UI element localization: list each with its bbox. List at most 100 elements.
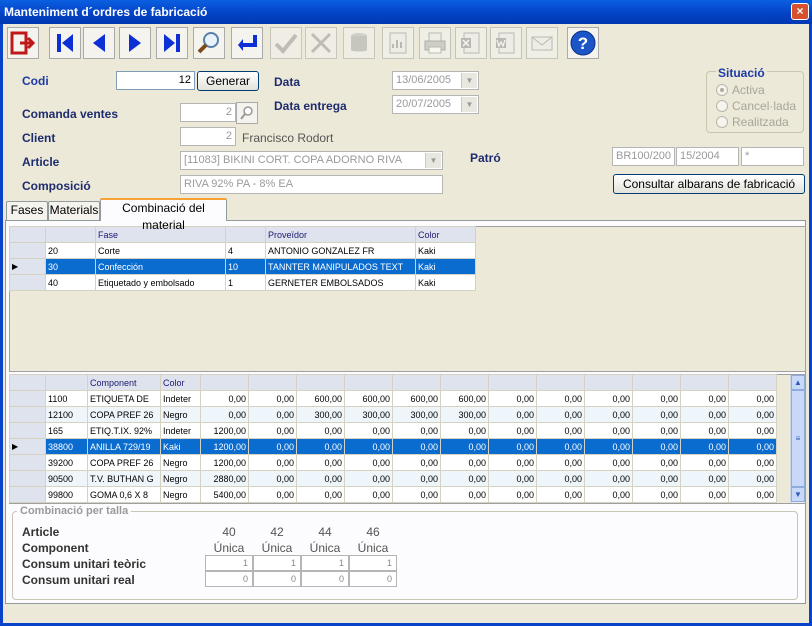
column-header[interactable] [45, 374, 88, 391]
size-column-header[interactable] [248, 374, 297, 391]
cancel-button[interactable] [305, 27, 337, 59]
component-code-cell[interactable]: 1100 [45, 390, 88, 407]
phase-supplier-cell[interactable]: TANNTER MANIPULADOS TEXT [265, 258, 416, 275]
talla-real-input[interactable]: 0 [301, 571, 349, 587]
component-quantity-cell[interactable]: 0,00 [488, 390, 537, 407]
component-code-cell[interactable]: 12100 [45, 406, 88, 423]
comanda-search-button[interactable] [236, 102, 258, 124]
component-quantity-cell[interactable]: 0,00 [344, 454, 393, 471]
size-column-header[interactable] [440, 374, 489, 391]
component-color-cell[interactable]: Negro [160, 486, 201, 503]
talla-real-input[interactable]: 0 [253, 571, 301, 587]
component-quantity-cell[interactable]: 0,00 [488, 470, 537, 487]
component-quantity-cell[interactable]: 0,00 [680, 454, 729, 471]
component-name-cell[interactable]: COPA PREF 26 [87, 406, 161, 423]
first-record-button[interactable] [49, 27, 81, 59]
size-column-header[interactable] [296, 374, 345, 391]
chevron-down-icon[interactable]: ▼ [425, 153, 441, 168]
talla-teoric-input[interactable]: 1 [253, 555, 301, 571]
component-quantity-cell[interactable]: 0,00 [200, 390, 249, 407]
phase-code-cell[interactable]: 20 [45, 242, 96, 259]
scroll-thumb[interactable]: ≡ [791, 390, 805, 487]
component-quantity-cell[interactable]: 1200,00 [200, 438, 249, 455]
scroll-down-icon[interactable]: ▼ [791, 487, 805, 502]
component-quantity-cell[interactable]: 0,00 [440, 486, 489, 503]
phase-name-cell[interactable]: Corte [95, 242, 226, 259]
component-color-cell[interactable]: Indeter [160, 422, 201, 439]
component-row[interactable]: 90500 T.V. BUTHAN G Negro 2880,00 0,00 0,00 0,… [9, 470, 777, 487]
next-record-button[interactable] [119, 27, 151, 59]
talla-teoric-input[interactable]: 1 [205, 555, 253, 571]
component-quantity-cell[interactable]: 1200,00 [200, 422, 249, 439]
component-quantity-cell[interactable]: 0,00 [296, 422, 345, 439]
component-quantity-cell[interactable]: 0,00 [584, 390, 633, 407]
row-indicator[interactable] [9, 470, 46, 487]
phase-name-cell[interactable]: Confección [95, 258, 226, 275]
column-header[interactable]: Proveïdor [265, 226, 416, 243]
component-quantity-cell[interactable]: 600,00 [296, 390, 345, 407]
size-column-header[interactable] [200, 374, 249, 391]
situacio-cancellada-radio[interactable]: Cancel·lada [716, 99, 796, 113]
component-quantity-cell[interactable]: 0,00 [632, 470, 681, 487]
report-button[interactable] [382, 27, 414, 59]
phase-row[interactable]: ▶ 30 Confección 10 TANNTER MANIPULADOS TEXT K… [9, 258, 476, 275]
component-quantity-cell[interactable]: 0,00 [392, 454, 441, 471]
component-quantity-cell[interactable]: 0,00 [440, 422, 489, 439]
component-row[interactable]: 165 ETIQ.T.IX. 92% Indeter 1200,00 0,00 0,00 0… [9, 422, 777, 439]
component-quantity-cell[interactable]: 0,00 [488, 438, 537, 455]
component-quantity-cell[interactable]: 0,00 [584, 486, 633, 503]
component-quantity-cell[interactable]: 600,00 [344, 390, 393, 407]
component-quantity-cell[interactable]: 0,00 [344, 438, 393, 455]
component-code-cell[interactable]: 165 [45, 422, 88, 439]
article-select[interactable]: [11083] BIKINI CORT. COPA ADORNO RIVA ▼ [180, 151, 443, 170]
size-column-header[interactable] [584, 374, 633, 391]
component-quantity-cell[interactable]: 0,00 [488, 486, 537, 503]
tab-combinacio-material[interactable]: Combinació del material [100, 198, 227, 232]
component-color-cell[interactable]: Indeter [160, 390, 201, 407]
component-quantity-cell[interactable]: 0,00 [440, 454, 489, 471]
column-header[interactable]: Color [160, 374, 201, 391]
component-quantity-cell[interactable]: 0,00 [488, 454, 537, 471]
word-button[interactable] [490, 27, 522, 59]
previous-record-button[interactable] [83, 27, 115, 59]
patro-input-1[interactable]: BR100/200 [612, 147, 675, 166]
component-quantity-cell[interactable]: 0,00 [632, 422, 681, 439]
component-quantity-cell[interactable]: 0,00 [680, 390, 729, 407]
component-color-cell[interactable]: Negro [160, 454, 201, 471]
component-quantity-cell[interactable]: 0,00 [680, 438, 729, 455]
component-quantity-cell[interactable]: 0,00 [536, 454, 585, 471]
phase-color-cell[interactable]: Kaki [415, 258, 476, 275]
component-quantity-cell[interactable]: 0,00 [632, 406, 681, 423]
talla-real-input[interactable]: 0 [205, 571, 253, 587]
component-row[interactable]: 39200 COPA PREF 26 Negro 1200,00 0,00 0,00 0,0… [9, 454, 777, 471]
component-quantity-cell[interactable]: 0,00 [584, 438, 633, 455]
component-quantity-cell[interactable]: 0,00 [680, 486, 729, 503]
component-color-cell[interactable]: Kaki [160, 438, 201, 455]
search-button[interactable] [193, 27, 225, 59]
patro-input-3[interactable]: * [741, 147, 804, 166]
component-quantity-cell[interactable]: 0,00 [248, 454, 297, 471]
component-quantity-cell[interactable]: 0,00 [536, 486, 585, 503]
component-quantity-cell[interactable]: 0,00 [632, 390, 681, 407]
component-quantity-cell[interactable]: 0,00 [440, 438, 489, 455]
phase-number-cell[interactable]: 1 [225, 274, 266, 291]
component-quantity-cell[interactable]: 0,00 [536, 438, 585, 455]
talla-real-input[interactable]: 0 [349, 571, 397, 587]
component-quantity-cell[interactable]: 0,00 [584, 422, 633, 439]
component-code-cell[interactable]: 39200 [45, 454, 88, 471]
component-quantity-cell[interactable]: 0,00 [584, 454, 633, 471]
component-code-cell[interactable]: 90500 [45, 470, 88, 487]
component-name-cell[interactable]: GOMA 0,6 X 8 [87, 486, 161, 503]
talla-teoric-input[interactable]: 1 [301, 555, 349, 571]
row-indicator[interactable] [9, 406, 46, 423]
phase-supplier-cell[interactable]: GERNETER EMBOLSADOS [265, 274, 416, 291]
component-quantity-cell[interactable]: 0,00 [728, 454, 777, 471]
database-button[interactable] [343, 27, 375, 59]
size-column-header[interactable] [488, 374, 537, 391]
component-name-cell[interactable]: COPA PREF 26 [87, 454, 161, 471]
component-quantity-cell[interactable]: 0,00 [344, 470, 393, 487]
component-quantity-cell[interactable]: 0,00 [728, 390, 777, 407]
size-column-header[interactable] [392, 374, 441, 391]
component-color-cell[interactable]: Negro [160, 470, 201, 487]
accept-button[interactable] [270, 27, 302, 59]
